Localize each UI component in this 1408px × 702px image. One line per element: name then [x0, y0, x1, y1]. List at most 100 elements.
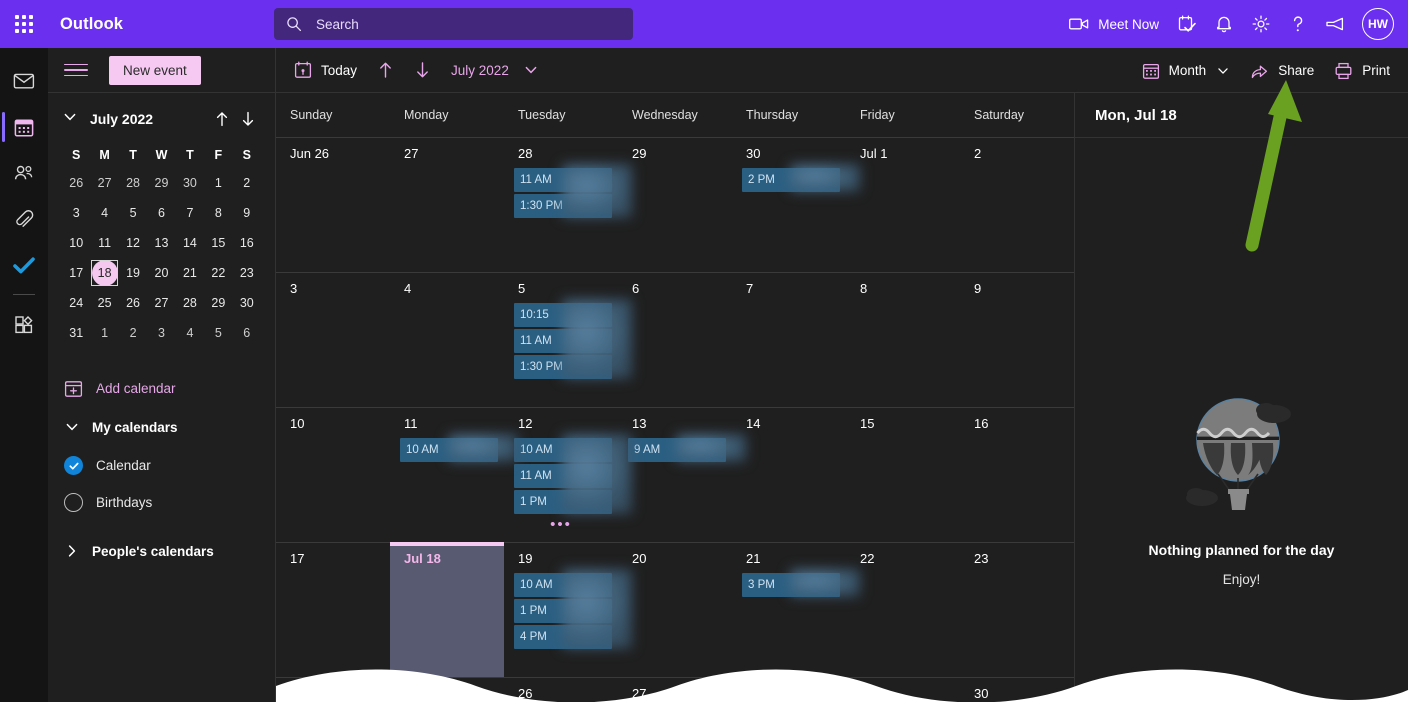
calendar-day-cell[interactable]: 15 — [846, 408, 960, 542]
calendar-day-cell[interactable]: 17 — [276, 543, 390, 677]
calendar-day-cell[interactable]: 20 — [618, 543, 732, 677]
calendar-day-cell[interactable]: 28 11 AM 1:30 PM — [504, 138, 632, 272]
share-button[interactable]: Share — [1240, 48, 1324, 93]
mini-calendar-day[interactable]: 14 — [176, 229, 204, 257]
calendar-day-cell[interactable]: 2 — [960, 138, 1074, 272]
calendar-day-cell[interactable]: 14 — [732, 408, 846, 542]
mini-calendar-day[interactable]: 30 — [176, 169, 204, 197]
feedback-button[interactable] — [1316, 0, 1356, 48]
calendar-day-cell[interactable]: 8 — [846, 273, 960, 407]
calendar-event[interactable]: 1:30 PM — [504, 194, 618, 218]
mini-calendar-day[interactable]: 4 — [176, 319, 204, 347]
calendar-day-cell[interactable]: 29 — [618, 138, 732, 272]
settings-button[interactable] — [1242, 0, 1280, 48]
mini-calendar-day[interactable]: 5 — [204, 319, 232, 347]
calendar-event[interactable]: 2 PM — [732, 168, 846, 192]
tasks-button[interactable] — [1168, 0, 1206, 48]
next-period-button[interactable] — [404, 48, 441, 93]
calendar-event[interactable]: 3 PM — [732, 573, 846, 597]
calendar-day-cell[interactable]: 16 — [960, 408, 1074, 542]
month-picker-button[interactable]: July 2022 — [441, 48, 549, 93]
calendar-day-cell[interactable]: 11 10 AM — [390, 408, 518, 542]
mini-calendar-day[interactable]: 28 — [119, 169, 147, 197]
mini-calendar-day[interactable]: 26 — [119, 289, 147, 317]
rail-item-todo[interactable] — [0, 242, 48, 288]
mini-calendar-day[interactable]: 30 — [233, 289, 261, 317]
calendar-day-cell[interactable]: 28 — [732, 678, 846, 702]
calendar-day-cell[interactable]: 10 — [276, 408, 390, 542]
new-event-button[interactable]: New event — [109, 55, 201, 85]
peoples-calendars-group[interactable]: People's calendars — [48, 531, 275, 571]
rail-item-calendar[interactable] — [0, 104, 48, 150]
mini-calendar-day[interactable]: 4 — [90, 199, 118, 227]
rail-item-files[interactable] — [0, 196, 48, 242]
calendar-day-cell[interactable]: 29 — [846, 678, 960, 702]
mini-calendar-next-button[interactable] — [235, 106, 261, 132]
calendar-day-cell[interactable]: 3 — [276, 273, 390, 407]
mini-calendar-day[interactable]: 7 — [176, 199, 204, 227]
calendar-day-cell[interactable]: 12 10 AM 11 AM 1 PM ••• — [504, 408, 632, 542]
calendar-event[interactable]: 1 PM — [504, 490, 618, 514]
mini-calendar-day[interactable]: 9 — [233, 199, 261, 227]
calendar-event[interactable]: 10:15 — [504, 303, 618, 327]
mini-calendar-day[interactable]: 2 — [233, 169, 261, 197]
calendar-event[interactable]: 11 AM — [504, 168, 618, 192]
calendar-day-cell[interactable]: 25 — [390, 678, 504, 702]
menu-toggle-icon[interactable] — [64, 63, 88, 77]
calendar-day-cell-selected[interactable]: Jul 18 — [390, 542, 504, 677]
add-calendar-button[interactable]: Add calendar — [48, 369, 275, 407]
mini-calendar-day[interactable]: 15 — [204, 229, 232, 257]
mini-calendar-day[interactable]: 6 — [147, 199, 175, 227]
mini-calendar-day[interactable]: 12 — [119, 229, 147, 257]
mini-calendar-day[interactable]: 10 — [62, 229, 90, 257]
mini-calendar-day[interactable]: 31 — [62, 319, 90, 347]
more-events-button[interactable]: ••• — [504, 516, 618, 533]
calendar-day-cell[interactable]: 19 10 AM 1 PM 4 PM — [504, 543, 632, 677]
mini-calendar-day[interactable]: 27 — [90, 169, 118, 197]
mini-calendar-day[interactable]: 29 — [204, 289, 232, 317]
mini-calendar-prev-button[interactable] — [209, 106, 235, 132]
calendar-day-cell[interactable]: 6 — [618, 273, 732, 407]
my-calendars-group[interactable]: My calendars — [48, 407, 275, 447]
calendar-day-cell[interactable]: Jun 26 — [276, 138, 390, 272]
mini-calendar-today[interactable]: 18 — [90, 259, 118, 287]
mini-calendar-day[interactable]: 3 — [62, 199, 90, 227]
calendar-event[interactable]: 11 AM — [504, 464, 618, 488]
mini-calendar-day[interactable]: 27 — [147, 289, 175, 317]
calendar-event[interactable]: 1:30 PM — [504, 355, 618, 379]
mini-calendar-day[interactable]: 3 — [147, 319, 175, 347]
calendar-day-cell[interactable]: 26 — [504, 678, 618, 702]
calendar-event[interactable]: 10 AM — [504, 438, 618, 462]
mini-calendar-day[interactable]: 23 — [233, 259, 261, 287]
calendar-day-cell[interactable]: 22 — [846, 543, 960, 677]
calendar-event[interactable]: 9 AM — [618, 438, 732, 462]
rail-item-people[interactable] — [0, 150, 48, 196]
view-switcher-button[interactable]: Month — [1132, 48, 1241, 93]
mini-calendar-day[interactable]: 1 — [204, 169, 232, 197]
mini-calendar-day[interactable]: 13 — [147, 229, 175, 257]
calendar-list-item-calendar[interactable]: Calendar — [48, 447, 275, 484]
rail-item-apps[interactable] — [0, 301, 48, 347]
mini-calendar-day[interactable]: 6 — [233, 319, 261, 347]
today-button[interactable]: Today — [284, 48, 367, 93]
mini-calendar-day[interactable]: 28 — [176, 289, 204, 317]
calendar-event[interactable]: 1 PM — [504, 599, 618, 623]
calendar-event[interactable]: 10 AM — [390, 438, 504, 462]
calendar-day-cell[interactable]: 9 — [960, 273, 1074, 407]
calendar-event[interactable]: 4 PM — [504, 625, 618, 649]
mini-calendar-day[interactable]: 21 — [176, 259, 204, 287]
rail-item-mail[interactable] — [0, 58, 48, 104]
mini-calendar-day[interactable]: 17 — [62, 259, 90, 287]
mini-calendar-day[interactable]: 8 — [204, 199, 232, 227]
mini-calendar-day[interactable]: 1 — [90, 319, 118, 347]
mini-calendar-day[interactable]: 24 — [62, 289, 90, 317]
calendar-event[interactable]: 10 AM — [504, 573, 618, 597]
mini-calendar-day[interactable]: 22 — [204, 259, 232, 287]
meet-now-button[interactable]: Meet Now — [1060, 0, 1168, 48]
help-button[interactable] — [1280, 0, 1316, 48]
user-avatar[interactable]: HW — [1362, 8, 1394, 40]
mini-calendar-day[interactable]: 19 — [119, 259, 147, 287]
calendar-day-cell[interactable]: 30 2 PM — [732, 138, 860, 272]
search-input[interactable]: Search — [274, 8, 633, 40]
mini-calendar-day[interactable]: 26 — [62, 169, 90, 197]
